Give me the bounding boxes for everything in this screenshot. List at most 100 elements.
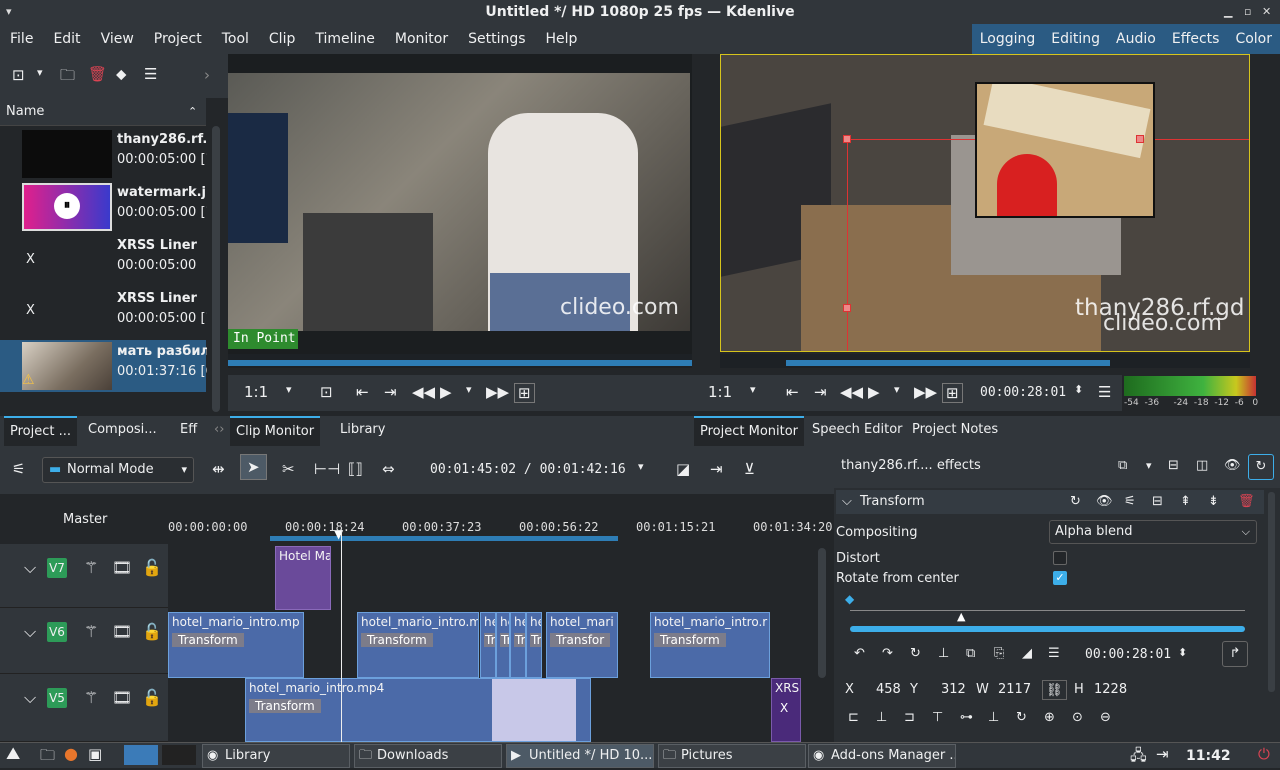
- close-icon[interactable]: ✕: [1262, 0, 1271, 24]
- tab-compositions[interactable]: Composi...: [82, 416, 163, 444]
- transform-effect-header[interactable]: ⌵ Transform ↻ 👁 ⚟ ⊟ ⇞ ⇟ 🗑: [836, 490, 1264, 514]
- align-bottom-icon[interactable]: ⊥: [988, 710, 999, 725]
- align-left-icon[interactable]: ⊏: [848, 710, 859, 725]
- menu-settings[interactable]: Settings: [458, 24, 535, 54]
- crop-icon[interactable]: ⊞: [514, 383, 535, 403]
- timeline-clip-v6[interactable]: hotel_mari Transfor: [546, 612, 618, 678]
- effect-wand-icon[interactable]: ⚚: [84, 622, 98, 641]
- keyframe-ruler[interactable]: [850, 610, 1245, 611]
- terminal-icon[interactable]: ▣: [88, 745, 102, 763]
- menu-icon[interactable]: ☰: [1048, 646, 1060, 661]
- file-manager-icon[interactable]: 🗀: [40, 745, 55, 770]
- track-header-v6[interactable]: ⌵ V6 ⚚ 🎞 🔓: [0, 608, 168, 674]
- rewind-icon[interactable]: ◀◀: [412, 383, 435, 401]
- task-pictures[interactable]: 🗀 Pictures: [658, 744, 806, 768]
- link-icon[interactable]: ⛓: [1042, 680, 1067, 700]
- layout-editing[interactable]: Editing: [1043, 24, 1108, 54]
- x-value[interactable]: 458: [876, 680, 901, 700]
- timeline-clip-v5-title[interactable]: XRSS X: [771, 678, 801, 742]
- menu-view[interactable]: View: [91, 24, 144, 54]
- tab-project-monitor[interactable]: Project Monitor: [694, 416, 805, 446]
- effect-stack-scrollbar[interactable]: [1268, 492, 1275, 692]
- keyframe-timecode[interactable]: 00:00:28:01: [1085, 647, 1171, 662]
- razor-tool-icon[interactable]: ✂: [282, 460, 295, 478]
- film-icon[interactable]: 🎞: [112, 558, 132, 577]
- compositing-select[interactable]: Alpha blend ⌵: [1049, 520, 1257, 544]
- clip-monitor-ruler[interactable]: [228, 354, 692, 368]
- distort-checkbox[interactable]: [1053, 551, 1067, 565]
- menu-timeline[interactable]: Timeline: [305, 24, 385, 54]
- bin-clip[interactable]: ⏸ watermark.jp... 00:00:05:00 [1]: [0, 181, 207, 233]
- align-vcenter-icon[interactable]: ⊶: [960, 710, 973, 725]
- collapse-icon[interactable]: ⌵: [24, 688, 36, 708]
- project-timecode[interactable]: 00:00:28:01: [980, 385, 1066, 400]
- logout-icon[interactable]: ⇥: [1156, 745, 1169, 763]
- chevron-down-icon[interactable]: ▾: [750, 383, 756, 396]
- forward-icon[interactable]: ▶▶: [486, 383, 509, 401]
- lock-icon[interactable]: 🔓: [142, 558, 162, 577]
- tab-clip-monitor[interactable]: Clip Monitor: [230, 416, 321, 446]
- bin-clip[interactable]: X XRSS Liner 00:00:05:00 [1]: [0, 287, 207, 339]
- effect-wand-icon[interactable]: ⚚: [84, 558, 98, 577]
- timeline-clip-v6-short[interactable]: he Tr: [496, 612, 510, 678]
- trash-icon[interactable]: 🗑: [1238, 490, 1255, 514]
- track-header-v5[interactable]: ⌵ V5 ⚚ 🎞 🔓: [0, 674, 168, 742]
- timeline-playhead[interactable]: [341, 530, 342, 744]
- folder-icon[interactable]: 🗀: [60, 65, 75, 90]
- ripple-tool-icon[interactable]: ⟦⟧: [348, 460, 363, 478]
- select-tool-icon[interactable]: ➤: [240, 454, 267, 480]
- spacer-tool-icon[interactable]: ⇹: [212, 460, 225, 478]
- keyframe-bar[interactable]: [850, 626, 1245, 632]
- add-keyframe-icon[interactable]: ↷: [882, 646, 893, 661]
- tab-project-bin[interactable]: Project ...: [4, 416, 78, 446]
- desktop-pager-2[interactable]: [162, 745, 196, 765]
- timeline-scrollbar[interactable]: [818, 548, 826, 678]
- zoom-fit-icon[interactable]: ⊙: [1072, 710, 1083, 725]
- transform-handle[interactable]: [843, 304, 851, 312]
- play-icon[interactable]: ▶: [868, 383, 880, 401]
- start-menu-icon[interactable]: ⛰: [6, 744, 20, 764]
- network-icon[interactable]: 🖧: [1130, 745, 1147, 770]
- layout-audio[interactable]: Audio: [1108, 24, 1164, 54]
- tab-library[interactable]: Library: [334, 416, 391, 444]
- task-downloads[interactable]: 🗀 Downloads: [354, 744, 502, 768]
- zoom-in-icon[interactable]: ⊕: [1044, 710, 1055, 725]
- menu-icon[interactable]: ☰: [144, 65, 157, 83]
- bin-clip-selected[interactable]: ⚠ мать разбила 00:01:37:16 [6]: [0, 340, 207, 392]
- set-in-icon[interactable]: ⇤: [356, 383, 369, 401]
- timeline-clip-v7[interactable]: Hotel Ma: [275, 546, 331, 610]
- h-value[interactable]: 1228: [1094, 680, 1127, 700]
- reset-icon[interactable]: ↻: [1070, 490, 1081, 514]
- menu-tool[interactable]: Tool: [212, 24, 259, 54]
- overwrite-icon[interactable]: ⊻: [744, 460, 755, 478]
- bin-clip[interactable]: thany286.rf.... 00:00:05:00 [1]: [0, 128, 207, 180]
- fullscreen-icon[interactable]: ⊡: [320, 383, 333, 401]
- project-monitor-ruler[interactable]: [720, 354, 1250, 368]
- timeline-clip-v6-short[interactable]: he Tr: [510, 612, 526, 678]
- transform-handle[interactable]: [843, 135, 851, 143]
- chevron-down-icon[interactable]: ▾: [37, 66, 43, 79]
- trash-icon[interactable]: 🗑: [88, 65, 107, 83]
- settings-sliders-icon[interactable]: ⚟: [12, 460, 25, 478]
- spin-icon[interactable]: ⬍: [1178, 646, 1187, 659]
- layout-effects[interactable]: Effects: [1164, 24, 1228, 54]
- timeline-clip-v6-short[interactable]: he Tr: [480, 612, 496, 678]
- menu-edit[interactable]: Edit: [43, 24, 90, 54]
- track-header-v7[interactable]: ⌵ V7 ⚚ 🎞 🔓: [0, 544, 168, 608]
- y-value[interactable]: 312: [941, 680, 966, 700]
- timeline-ruler[interactable]: Master ▼: [0, 494, 834, 544]
- menu-clip[interactable]: Clip: [259, 24, 305, 54]
- zoom-out-icon[interactable]: ⊖: [1100, 710, 1111, 725]
- clip-monitor-video[interactable]: clideo.com: [228, 73, 690, 331]
- transform-handle[interactable]: [1136, 135, 1144, 143]
- power-icon[interactable]: ⏻: [1258, 745, 1270, 763]
- task-kdenlive[interactable]: ▶ Untitled */ HD 10...: [506, 744, 654, 768]
- timeline-zone-bar[interactable]: [270, 536, 618, 541]
- clip-zoom-select[interactable]: 1:1: [244, 383, 268, 401]
- tab-effects[interactable]: Eff: [174, 416, 203, 444]
- timeline-clip-v6-short[interactable]: he Tr: [526, 612, 542, 678]
- chevron-right-icon[interactable]: ›: [204, 66, 210, 84]
- collapse-icon[interactable]: ⌵: [24, 622, 36, 642]
- lock-icon[interactable]: 🔓: [142, 622, 162, 641]
- move-up-icon[interactable]: ⇞: [1180, 490, 1191, 514]
